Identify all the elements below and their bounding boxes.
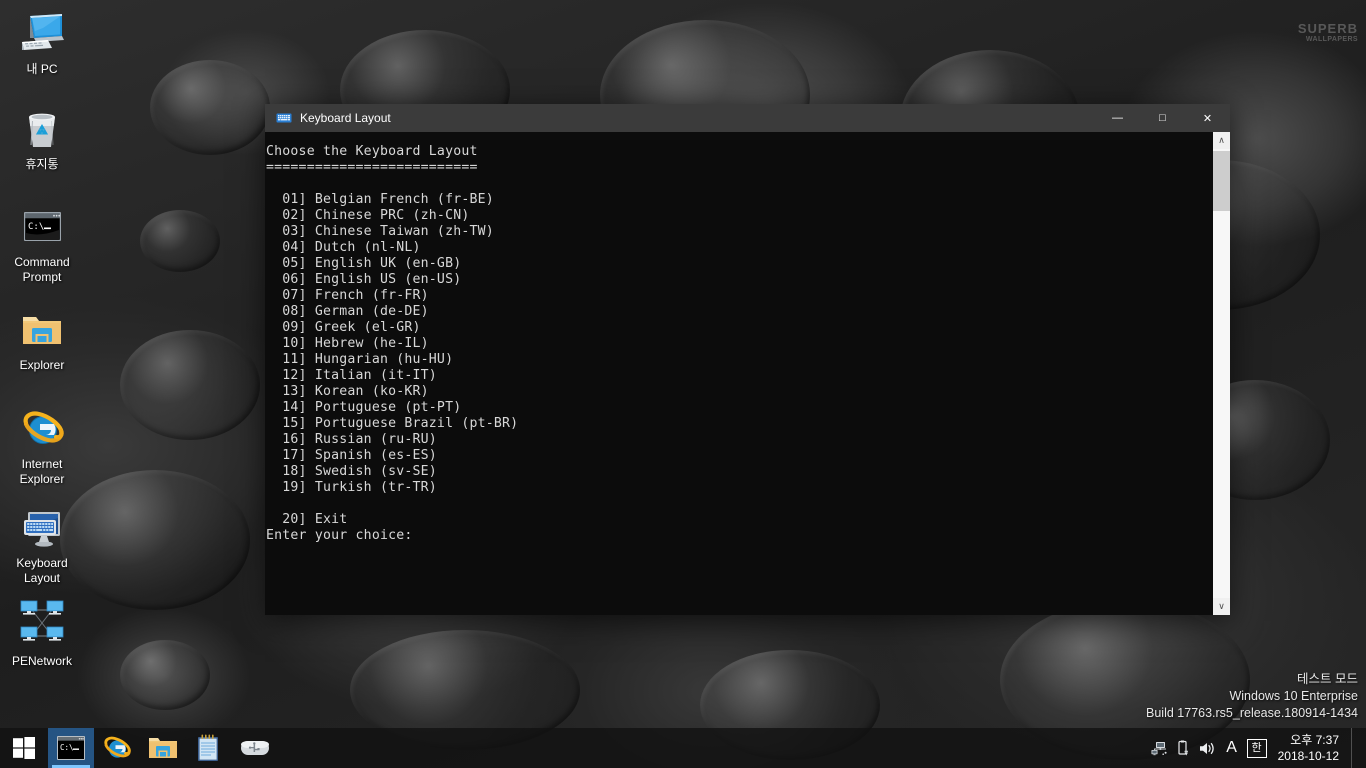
- keyboard-monitor-icon: [18, 504, 66, 552]
- scrollbar-thumb[interactable]: [1213, 151, 1230, 211]
- scrollbar-up-arrow[interactable]: ∧: [1213, 132, 1230, 149]
- scrollbar-down-arrow[interactable]: ∨: [1213, 598, 1230, 615]
- maximize-button[interactable]: □: [1140, 104, 1185, 132]
- test-mode-line-3: Build 17763.rs5_release.180914-1434: [1146, 706, 1358, 720]
- recycle-bin-icon: [18, 105, 66, 153]
- desktop-icon-label: Internet Explorer: [19, 457, 65, 486]
- minimize-button[interactable]: —: [1095, 104, 1140, 132]
- usb-drive-icon: [241, 741, 269, 755]
- scrollbar-track[interactable]: [1213, 149, 1230, 598]
- keyboard-icon: [276, 110, 292, 126]
- volume-icon[interactable]: [1196, 728, 1220, 768]
- taskbar-command-prompt[interactable]: C:\: [48, 728, 94, 768]
- desktop-icon-label: PENetwork: [11, 654, 73, 668]
- desktop-icon-penetwork[interactable]: PENetwork: [0, 598, 84, 669]
- close-button[interactable]: ✕: [1185, 104, 1230, 132]
- start-button[interactable]: [0, 728, 48, 768]
- network-icon[interactable]: [1148, 728, 1172, 768]
- desktop-icon-command-prompt[interactable]: C:\ Command Prompt: [0, 203, 84, 285]
- window-controls: — □ ✕: [1095, 104, 1230, 132]
- usb-eject-icon[interactable]: [1172, 728, 1196, 768]
- internet-explorer-icon: [18, 405, 66, 453]
- wallpaper-watermark: SUPERB WALLPAPERS: [1298, 22, 1358, 43]
- notepad-icon: [198, 734, 218, 761]
- test-mode-watermark: 테스트 모드 Windows 10 Enterprise Build 17763…: [1146, 671, 1358, 722]
- taskbar-clock[interactable]: 오후 7:37 2018-10-12: [1270, 728, 1351, 768]
- test-mode-line-2: Windows 10 Enterprise: [1229, 689, 1358, 703]
- internet-explorer-icon: [104, 736, 131, 758]
- ime-mode-indicator[interactable]: 한: [1244, 728, 1270, 768]
- desktop-icon-label: 내 PC: [26, 62, 58, 76]
- taskbar[interactable]: C:\ A 한 오후 7:37 2018-10-12: [0, 728, 1366, 768]
- desktop-icon-label: Explorer: [19, 358, 65, 372]
- keyboard-layout-window[interactable]: Keyboard Layout — □ ✕ Choose the Keyboar…: [265, 104, 1230, 615]
- taskbar-usb-drive[interactable]: [232, 728, 278, 768]
- command-prompt-icon: C:\: [18, 203, 66, 251]
- windows-logo-icon: [13, 737, 35, 759]
- taskbar-file-explorer[interactable]: [140, 728, 186, 768]
- watermark-line-2: WALLPAPERS: [1305, 36, 1358, 43]
- my-computer-icon: [18, 10, 66, 58]
- command-prompt-icon: C:\: [57, 736, 85, 760]
- ime-badge-label: 한: [1246, 738, 1267, 758]
- desktop-icon-label: Keyboard Layout: [16, 556, 68, 585]
- console-body[interactable]: Choose the Keyboard Layout =============…: [265, 132, 1230, 615]
- show-desktop-button[interactable]: [1351, 728, 1360, 768]
- desktop-icon-keyboard-layout[interactable]: Keyboard Layout: [0, 504, 84, 586]
- console-scrollbar[interactable]: ∧ ∨: [1212, 132, 1230, 615]
- folder-icon: [149, 738, 177, 758]
- clock-time: 오후 7:37: [1290, 733, 1339, 747]
- clock-date: 2018-10-12: [1277, 749, 1339, 763]
- svg-text:C:\: C:\: [60, 743, 74, 752]
- window-title-bar[interactable]: Keyboard Layout — □ ✕: [265, 104, 1230, 132]
- watermark-line-1: SUPERB: [1297, 21, 1358, 36]
- desktop[interactable]: SUPERB WALLPAPERS 내 PC 휴지통 C:\ Command P…: [0, 0, 1366, 768]
- network-icon: [18, 598, 66, 650]
- window-title: Keyboard Layout: [300, 111, 391, 125]
- test-mode-line-1: 테스트 모드: [1297, 672, 1358, 686]
- desktop-icon-internet-explorer[interactable]: Internet Explorer: [0, 405, 84, 487]
- folder-icon: [18, 306, 66, 354]
- desktop-icon-label: 휴지통: [25, 157, 59, 171]
- system-tray[interactable]: A 한 오후 7:37 2018-10-12: [1148, 728, 1366, 768]
- desktop-icon-label: Command Prompt: [14, 255, 70, 284]
- desktop-icon-recycle-bin[interactable]: 휴지통: [0, 105, 84, 172]
- taskbar-notepad[interactable]: [186, 728, 232, 768]
- language-indicator[interactable]: A: [1220, 728, 1244, 768]
- taskbar-internet-explorer[interactable]: [94, 728, 140, 768]
- console-output[interactable]: Choose the Keyboard Layout =============…: [265, 132, 1212, 615]
- desktop-icon-my-pc[interactable]: 내 PC: [0, 10, 84, 77]
- svg-text:C:\: C:\: [28, 222, 44, 232]
- desktop-icon-explorer[interactable]: Explorer: [0, 306, 84, 373]
